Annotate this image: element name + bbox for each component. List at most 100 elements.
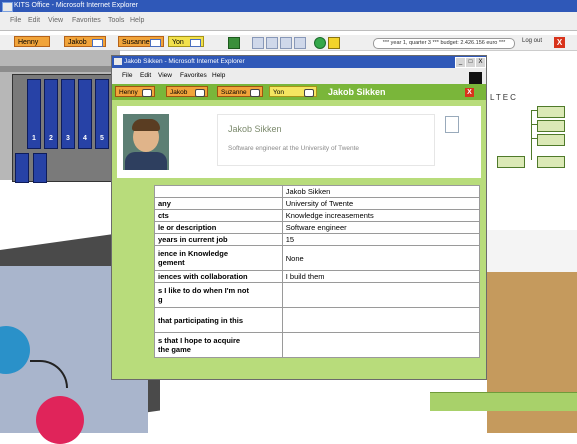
binder-number: 3 xyxy=(66,135,70,142)
table-row: cts Knowledge increasements xyxy=(154,209,481,222)
player-tab-label: Jakob xyxy=(68,39,87,46)
profile-name-box: Jakob Sikken Software engineer at the Un… xyxy=(217,114,435,166)
warning-icon[interactable] xyxy=(328,37,340,49)
table-row: that participating in this xyxy=(154,307,481,333)
table-row: s that I hope to acquire the game xyxy=(154,332,481,358)
diagram-line xyxy=(531,124,537,125)
go-icon[interactable] xyxy=(314,37,326,49)
field-value[interactable] xyxy=(281,332,481,358)
popup-menubar: File Edit View Favorites Help xyxy=(112,68,486,84)
window-close-button[interactable]: X xyxy=(475,57,486,68)
chat-icon xyxy=(304,89,314,97)
background-window-titlebar: KITS Office - Microsoft Internet Explore… xyxy=(0,0,577,12)
chat-icon xyxy=(195,89,205,97)
menu-tools[interactable]: Tools xyxy=(108,17,124,24)
plant-icon[interactable] xyxy=(228,37,240,49)
profile-photo xyxy=(123,114,169,170)
diagram-line xyxy=(531,110,537,111)
profile-info-table: Jakob Sikken any University of Twente cts Kn… xyxy=(154,185,481,358)
tab-label: Suzanne xyxy=(221,89,247,96)
diagram-line xyxy=(531,110,532,160)
diagram-box xyxy=(537,156,565,168)
settings-icon[interactable] xyxy=(280,37,292,49)
popup-titlebar[interactable]: Jakob Sikken - Microsoft Internet Explor… xyxy=(112,56,486,68)
field-value[interactable]: Jakob Sikken xyxy=(281,185,481,198)
field-label: that participating in this xyxy=(154,307,283,333)
profile-card: Jakob Sikken Software engineer at the Un… xyxy=(117,106,481,178)
menu-help[interactable]: Help xyxy=(130,17,144,24)
player-tab-susanne[interactable]: Susanne xyxy=(118,36,164,47)
chart-icon[interactable] xyxy=(266,37,278,49)
field-value[interactable]: None xyxy=(281,245,481,271)
document-icon[interactable] xyxy=(445,116,459,133)
tab-henny[interactable]: Henny xyxy=(115,86,155,97)
table-row: iences with collaboration I build them xyxy=(154,270,481,283)
chat-icon xyxy=(190,39,201,47)
bookshelf: 1 2 3 4 5 xyxy=(12,74,122,183)
player-tab-jakob[interactable]: Jakob xyxy=(64,36,106,47)
menu-favorites[interactable]: Favorites xyxy=(180,72,207,79)
field-label xyxy=(154,185,283,198)
menu-file[interactable]: File xyxy=(10,17,21,24)
logout-link[interactable]: Log out xyxy=(522,38,542,44)
status-readout: *** year 1, quarter 3 *** budget: 2.426.… xyxy=(373,38,515,49)
field-value[interactable]: University of Twente xyxy=(281,197,481,210)
tab-label: Jakob xyxy=(170,89,188,96)
binder-3[interactable]: 3 xyxy=(61,79,75,149)
player-tab-label: Susanne xyxy=(122,39,150,46)
field-label: s I like to do when I'm not g xyxy=(154,282,283,308)
chat-icon xyxy=(250,89,260,97)
diagram-box xyxy=(537,134,565,146)
field-label: s that I hope to acquire the game xyxy=(154,332,283,358)
diagram-box xyxy=(497,156,525,168)
field-label: le or description xyxy=(154,221,283,234)
menu-file[interactable]: File xyxy=(122,72,132,79)
org-diagram[interactable] xyxy=(487,100,577,180)
field-label: iences with collaboration xyxy=(154,270,283,283)
diagram-box xyxy=(537,106,565,118)
ie-icon xyxy=(114,58,122,65)
menu-edit[interactable]: Edit xyxy=(28,17,40,24)
table-row: any University of Twente xyxy=(154,197,481,210)
popup-title: Jakob Sikken - Microsoft Internet Explor… xyxy=(124,58,245,65)
field-value[interactable]: Software engineer xyxy=(281,221,481,234)
photo-body xyxy=(125,152,167,170)
binder-lower xyxy=(33,153,47,183)
menu-view[interactable]: View xyxy=(48,17,63,24)
calendar-icon[interactable] xyxy=(294,37,306,49)
field-value[interactable] xyxy=(281,307,481,333)
binder-number: 4 xyxy=(83,135,87,142)
menu-favorites[interactable]: Favorites xyxy=(72,17,101,24)
menu-view[interactable]: View xyxy=(158,72,172,79)
binder-1[interactable]: 1 xyxy=(27,79,41,149)
field-value[interactable]: Knowledge increasements xyxy=(281,209,481,222)
tab-yon[interactable]: Yon xyxy=(269,86,317,97)
close-icon[interactable]: X xyxy=(465,88,474,97)
binder-5[interactable]: 5 xyxy=(95,79,109,149)
tab-suzanne[interactable]: Suzanne xyxy=(217,86,263,97)
binder-lower xyxy=(15,153,29,183)
field-value[interactable]: 15 xyxy=(281,233,481,246)
wall-stripe xyxy=(0,66,120,72)
close-icon[interactable]: X xyxy=(554,37,565,48)
table-row: years in current job 15 xyxy=(154,233,481,246)
binder-2[interactable]: 2 xyxy=(44,79,58,149)
windows-logo-icon xyxy=(469,72,482,84)
document-icon[interactable] xyxy=(252,37,264,49)
profile-name: Jakob Sikken xyxy=(228,124,282,134)
player-tab-label: Henny xyxy=(18,39,39,46)
tab-jakob[interactable]: Jakob xyxy=(166,86,208,97)
popup-toolbar: Henny Jakob Suzanne Yon Jakob Sikken X xyxy=(112,84,486,100)
player-tab-henny[interactable]: Henny xyxy=(14,36,50,47)
binder-number: 5 xyxy=(100,135,104,142)
field-label: years in current job xyxy=(154,233,283,246)
player-tab-yon[interactable]: Yon xyxy=(168,36,204,47)
field-value[interactable]: I build them xyxy=(281,270,481,283)
player-tab-label: Yon xyxy=(172,39,184,46)
binder-4[interactable]: 4 xyxy=(78,79,92,149)
field-value[interactable] xyxy=(281,282,481,308)
menu-help[interactable]: Help xyxy=(212,72,225,79)
menu-edit[interactable]: Edit xyxy=(140,72,151,79)
background-menubar: File Edit View Favorites Tools Help xyxy=(0,12,577,31)
pink-circle-shape xyxy=(36,396,84,444)
